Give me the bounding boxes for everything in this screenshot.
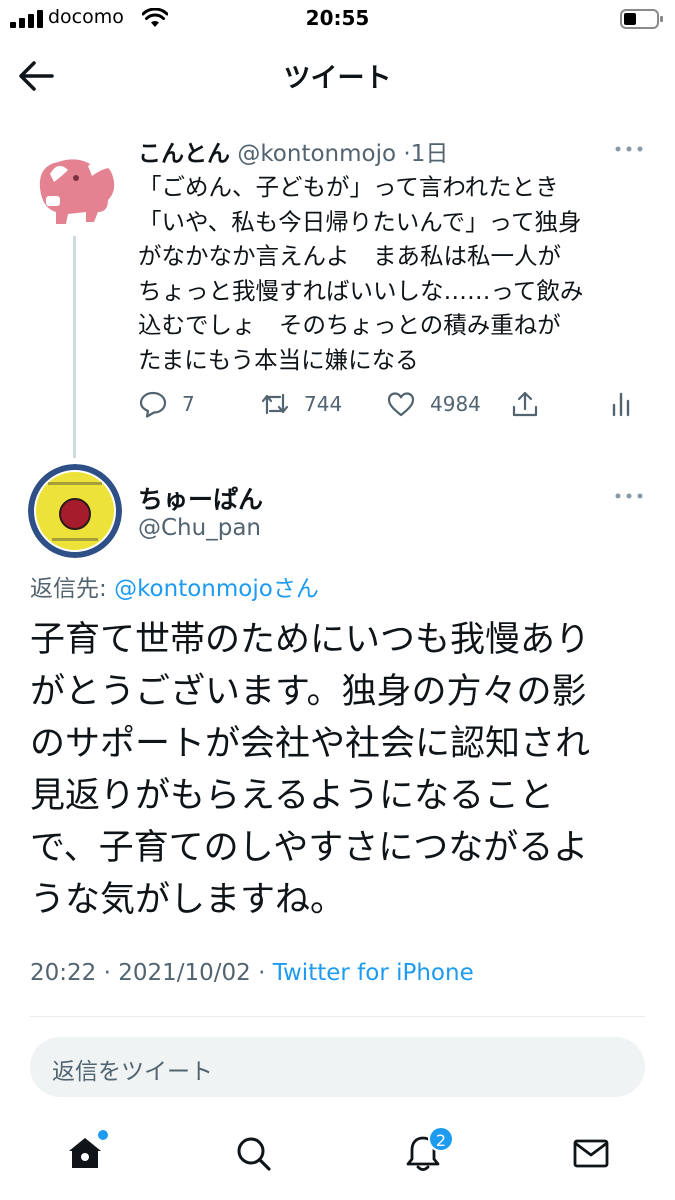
reply-to-label: 返信先:: [30, 576, 115, 602]
header: ツイート: [0, 40, 675, 112]
handle[interactable]: @Chu_pan: [138, 515, 261, 541]
page-title: ツイート: [283, 63, 392, 94]
handle: @kontonmojo: [237, 141, 397, 167]
analytics-button[interactable]: [606, 384, 650, 424]
nav-home[interactable]: [60, 1128, 110, 1178]
like-count: 4984: [430, 392, 481, 416]
badge-avatar-icon: [28, 464, 122, 558]
source-link[interactable]: Twitter for iPhone: [273, 960, 474, 986]
nav-notifications[interactable]: 2: [398, 1126, 454, 1178]
reply-input[interactable]: 返信をツイート: [30, 1037, 645, 1097]
search-icon: [237, 1137, 271, 1171]
like-button[interactable]: 4984: [386, 384, 481, 424]
bottom-nav: 2: [0, 1110, 675, 1200]
reply-count: 7: [182, 392, 195, 416]
display-name: こんとん: [138, 141, 230, 167]
main-tweet-text: 子育て世帯のためにいつも我慢あり がとうございます。独身の方々の影 のサポートが…: [30, 620, 591, 920]
more-icon[interactable]: [612, 141, 646, 157]
reply-placeholder: 返信をツイート: [52, 1059, 213, 1085]
separator: ·: [250, 960, 273, 986]
avatar[interactable]: [28, 464, 122, 558]
display-name[interactable]: ちゅーぱん: [138, 480, 263, 516]
reply-to-line: 返信先: @kontonmojoさん: [30, 569, 319, 603]
more-icon[interactable]: [612, 488, 646, 504]
retweet-button[interactable]: 744: [260, 384, 342, 424]
notification-badge: 2: [428, 1126, 454, 1152]
share-button[interactable]: [510, 384, 554, 424]
tweet-date: 2021/10/02: [118, 960, 251, 986]
divider: [30, 1016, 645, 1017]
separator: ·: [403, 141, 411, 167]
heart-icon: [387, 392, 415, 417]
tweet-age: 1日: [410, 141, 449, 167]
share-icon: [512, 391, 538, 417]
tweet-time: 20:22: [30, 960, 97, 986]
status-bar: docomo 20:55: [0, 0, 675, 40]
mail-icon: [573, 1139, 609, 1168]
separator: ·: [96, 960, 119, 986]
thread-connector: [73, 236, 76, 458]
status-clock: 20:55: [305, 6, 370, 30]
new-content-dot: [98, 1130, 108, 1140]
tweet-actions: 7 744 4984: [138, 384, 648, 426]
reply-button[interactable]: 7: [138, 384, 195, 424]
nav-messages[interactable]: [566, 1128, 616, 1178]
retweet-icon: [261, 393, 289, 415]
elephant-avatar-icon: [28, 138, 122, 232]
reply-icon: [139, 391, 167, 418]
parent-tweet-author[interactable]: こんとん @kontonmojo ·1日: [138, 134, 448, 168]
analytics-icon: [612, 392, 630, 417]
nav-search[interactable]: [228, 1128, 278, 1178]
avatar[interactable]: [28, 138, 122, 232]
tweet-timestamp: 20:22 · 2021/10/02 · Twitter for iPhone: [30, 960, 474, 986]
parent-tweet-text: 「ごめん、子どもが」って言われたとき 「いや、私も今日帰りたいんで」って独身 が…: [138, 173, 584, 374]
reply-to-user-link[interactable]: @kontonmojoさん: [114, 576, 319, 602]
battery-icon: [620, 9, 663, 29]
retweet-count: 744: [304, 392, 343, 416]
